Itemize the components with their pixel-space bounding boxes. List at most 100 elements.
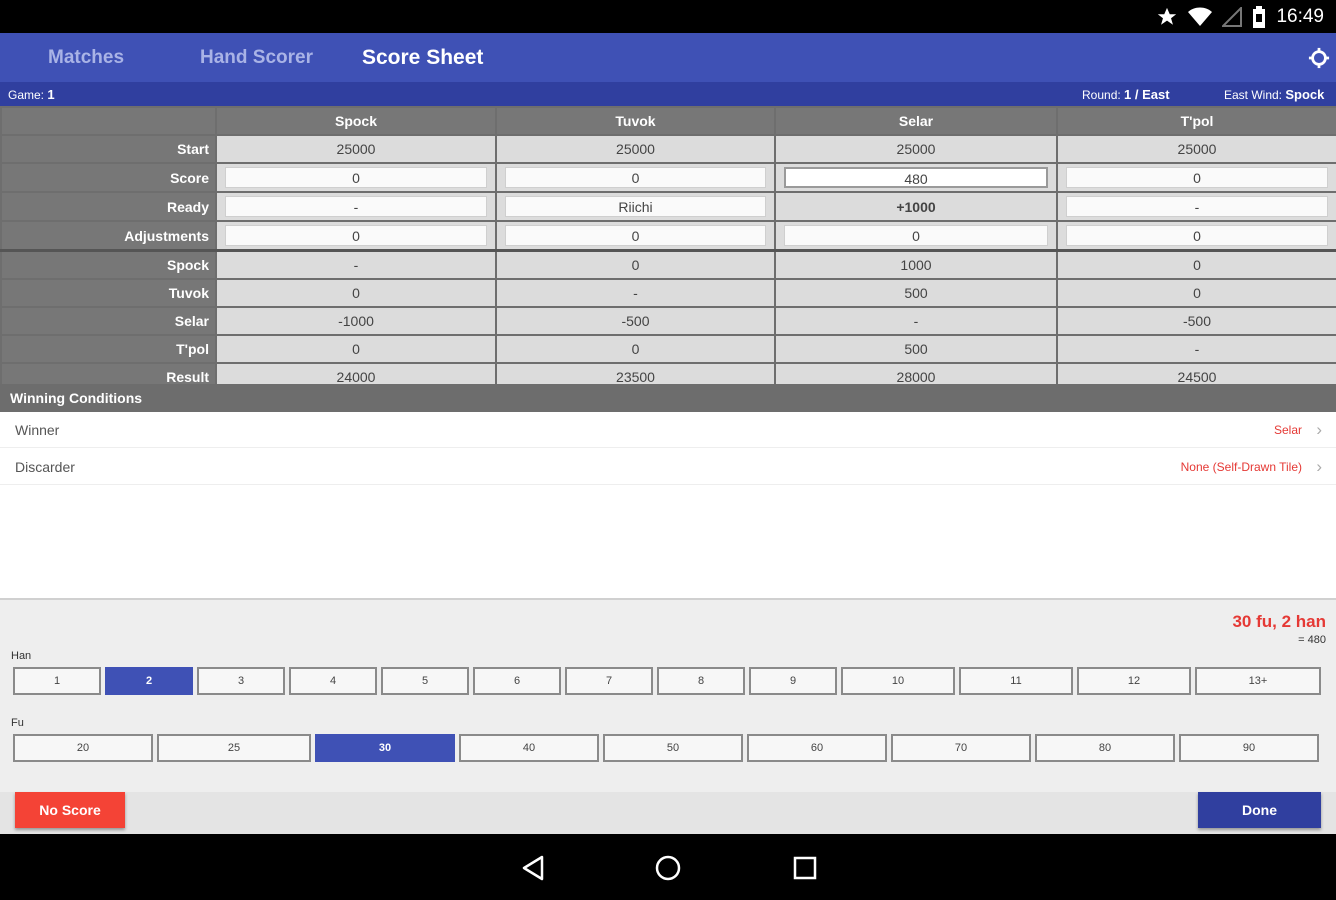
home-icon[interactable] [653, 853, 683, 883]
score-input[interactable]: 480 [784, 167, 1048, 188]
han-selector: 1 2 3 4 5 6 7 8 9 10 11 12 13+ [13, 667, 1325, 695]
table-row-transfer: Tuvok 0 - 500 0 [0, 277, 1336, 308]
han-option[interactable]: 13+ [1195, 667, 1321, 695]
tab-hand-scorer[interactable]: Hand Scorer [200, 33, 313, 82]
fu-option[interactable]: 60 [747, 734, 887, 762]
winner-value: Selar [1273, 423, 1302, 437]
fu-option[interactable]: 70 [891, 734, 1031, 762]
table-cell: 0 [495, 333, 776, 364]
header-corner [0, 106, 217, 136]
han-option[interactable]: 10 [841, 667, 955, 695]
back-icon[interactable] [518, 853, 548, 883]
table-cell: 25000 [215, 134, 497, 164]
chevron-right-icon: › [1316, 420, 1322, 439]
no-score-button[interactable]: No Score [15, 792, 125, 828]
recents-icon[interactable] [790, 853, 820, 883]
score-input[interactable]: 0 [225, 167, 487, 188]
winner-label: Winner [15, 422, 60, 438]
row-label: T'pol [0, 333, 217, 364]
player-header: Tuvok [495, 106, 776, 136]
tab-matches[interactable]: Matches [48, 33, 124, 82]
table-row-score: Score 0 0 480 0 [0, 162, 1336, 193]
battery-icon [1253, 5, 1266, 28]
wifi-icon [1188, 7, 1213, 26]
han-option[interactable]: 3 [197, 667, 285, 695]
table-cell: 25000 [1056, 134, 1336, 164]
adjustment-input[interactable]: 0 [1066, 225, 1328, 246]
score-input[interactable]: 0 [1066, 167, 1328, 188]
row-label: Tuvok [0, 277, 217, 308]
table-cell: - [774, 305, 1058, 336]
table-row-ready: Ready - Riichi +1000 - [0, 191, 1336, 222]
discarder-row[interactable]: Discarder None (Self-Drawn Tile) › [0, 449, 1336, 485]
han-option[interactable]: 4 [289, 667, 377, 695]
fu-option[interactable]: 20 [13, 734, 153, 762]
fu-option[interactable]: 25 [157, 734, 311, 762]
ready-selector[interactable]: Riichi [505, 196, 766, 217]
fu-selector: 20 25 30 40 50 60 70 80 90 [13, 734, 1323, 762]
tab-score-sheet[interactable]: Score Sheet [362, 33, 483, 82]
han-option[interactable]: 12 [1077, 667, 1191, 695]
done-button[interactable]: Done [1198, 792, 1321, 828]
fu-option[interactable]: 50 [603, 734, 743, 762]
ready-bonus: +1000 [774, 191, 1058, 222]
han-option[interactable]: 7 [565, 667, 653, 695]
row-label: Adjustments [0, 220, 217, 252]
han-option[interactable]: 6 [473, 667, 561, 695]
table-row-transfer: Selar -1000 -500 - -500 [0, 305, 1336, 336]
han-option[interactable]: 8 [657, 667, 745, 695]
table-cell: 25000 [495, 134, 776, 164]
score-summary: 30 fu, 2 han [1232, 612, 1326, 631]
han-option[interactable]: 11 [959, 667, 1073, 695]
ready-selector[interactable]: - [225, 196, 487, 217]
player-header: Selar [774, 106, 1058, 136]
status-time: 16:49 [1276, 5, 1324, 27]
table-cell: 0 [1056, 249, 1336, 280]
fu-option[interactable]: 90 [1179, 734, 1319, 762]
table-cell: -500 [1056, 305, 1336, 336]
chevron-right-icon: › [1316, 457, 1322, 476]
han-option[interactable]: 2 [105, 667, 193, 695]
table-cell: 500 [774, 277, 1058, 308]
table-cell: -500 [495, 305, 776, 336]
adjustment-input[interactable]: 0 [784, 225, 1048, 246]
discarder-label: Discarder [15, 459, 75, 475]
discarder-value: None (Self-Drawn Tile) [1180, 460, 1302, 474]
score-table: Spock Tuvok Selar T'pol Start 25000 2500… [0, 106, 1336, 392]
table-row-start: Start 25000 25000 25000 25000 [0, 134, 1336, 164]
row-label: Start [0, 134, 217, 164]
table-row-transfer: Spock - 0 1000 0 [0, 249, 1336, 280]
game-info: Game: 1 [8, 87, 55, 102]
status-bar: 16:49 [0, 0, 1336, 33]
scoring-panel: 30 fu, 2 han = 480 Han 1 2 3 4 5 6 7 8 9… [0, 598, 1336, 836]
winning-conditions-header: Winning Conditions [0, 384, 1336, 412]
han-option[interactable]: 1 [13, 667, 101, 695]
table-cell: - [495, 277, 776, 308]
star-icon [1158, 7, 1177, 25]
adjustment-input[interactable]: 0 [225, 225, 487, 246]
score-input[interactable]: 0 [505, 167, 766, 188]
table-cell: - [215, 249, 497, 280]
table-cell: 0 [1056, 277, 1336, 308]
fu-option[interactable]: 30 [315, 734, 455, 762]
ready-selector[interactable]: - [1066, 196, 1328, 217]
game-info-bar: Game: 1 Round: 1 / East East Wind: Spock [0, 82, 1336, 106]
row-label: Selar [0, 305, 217, 336]
navigation-bar [0, 834, 1336, 900]
fu-option[interactable]: 80 [1035, 734, 1175, 762]
fu-option[interactable]: 40 [459, 734, 599, 762]
gear-icon[interactable] [1308, 47, 1330, 69]
han-option[interactable]: 5 [381, 667, 469, 695]
table-cell: 1000 [774, 249, 1058, 280]
adjustment-input[interactable]: 0 [505, 225, 766, 246]
table-cell: 0 [215, 333, 497, 364]
winner-row[interactable]: Winner Selar › [0, 412, 1336, 448]
fu-label: Fu [11, 717, 24, 729]
header-row: Spock Tuvok Selar T'pol [0, 106, 1336, 136]
app-bar: Matches Hand Scorer Score Sheet [0, 33, 1336, 82]
table-row-adjustments: Adjustments 0 0 0 0 [0, 220, 1336, 252]
table-cell: 500 [774, 333, 1058, 364]
row-label: Ready [0, 191, 217, 222]
row-label: Spock [0, 249, 217, 280]
han-option[interactable]: 9 [749, 667, 837, 695]
